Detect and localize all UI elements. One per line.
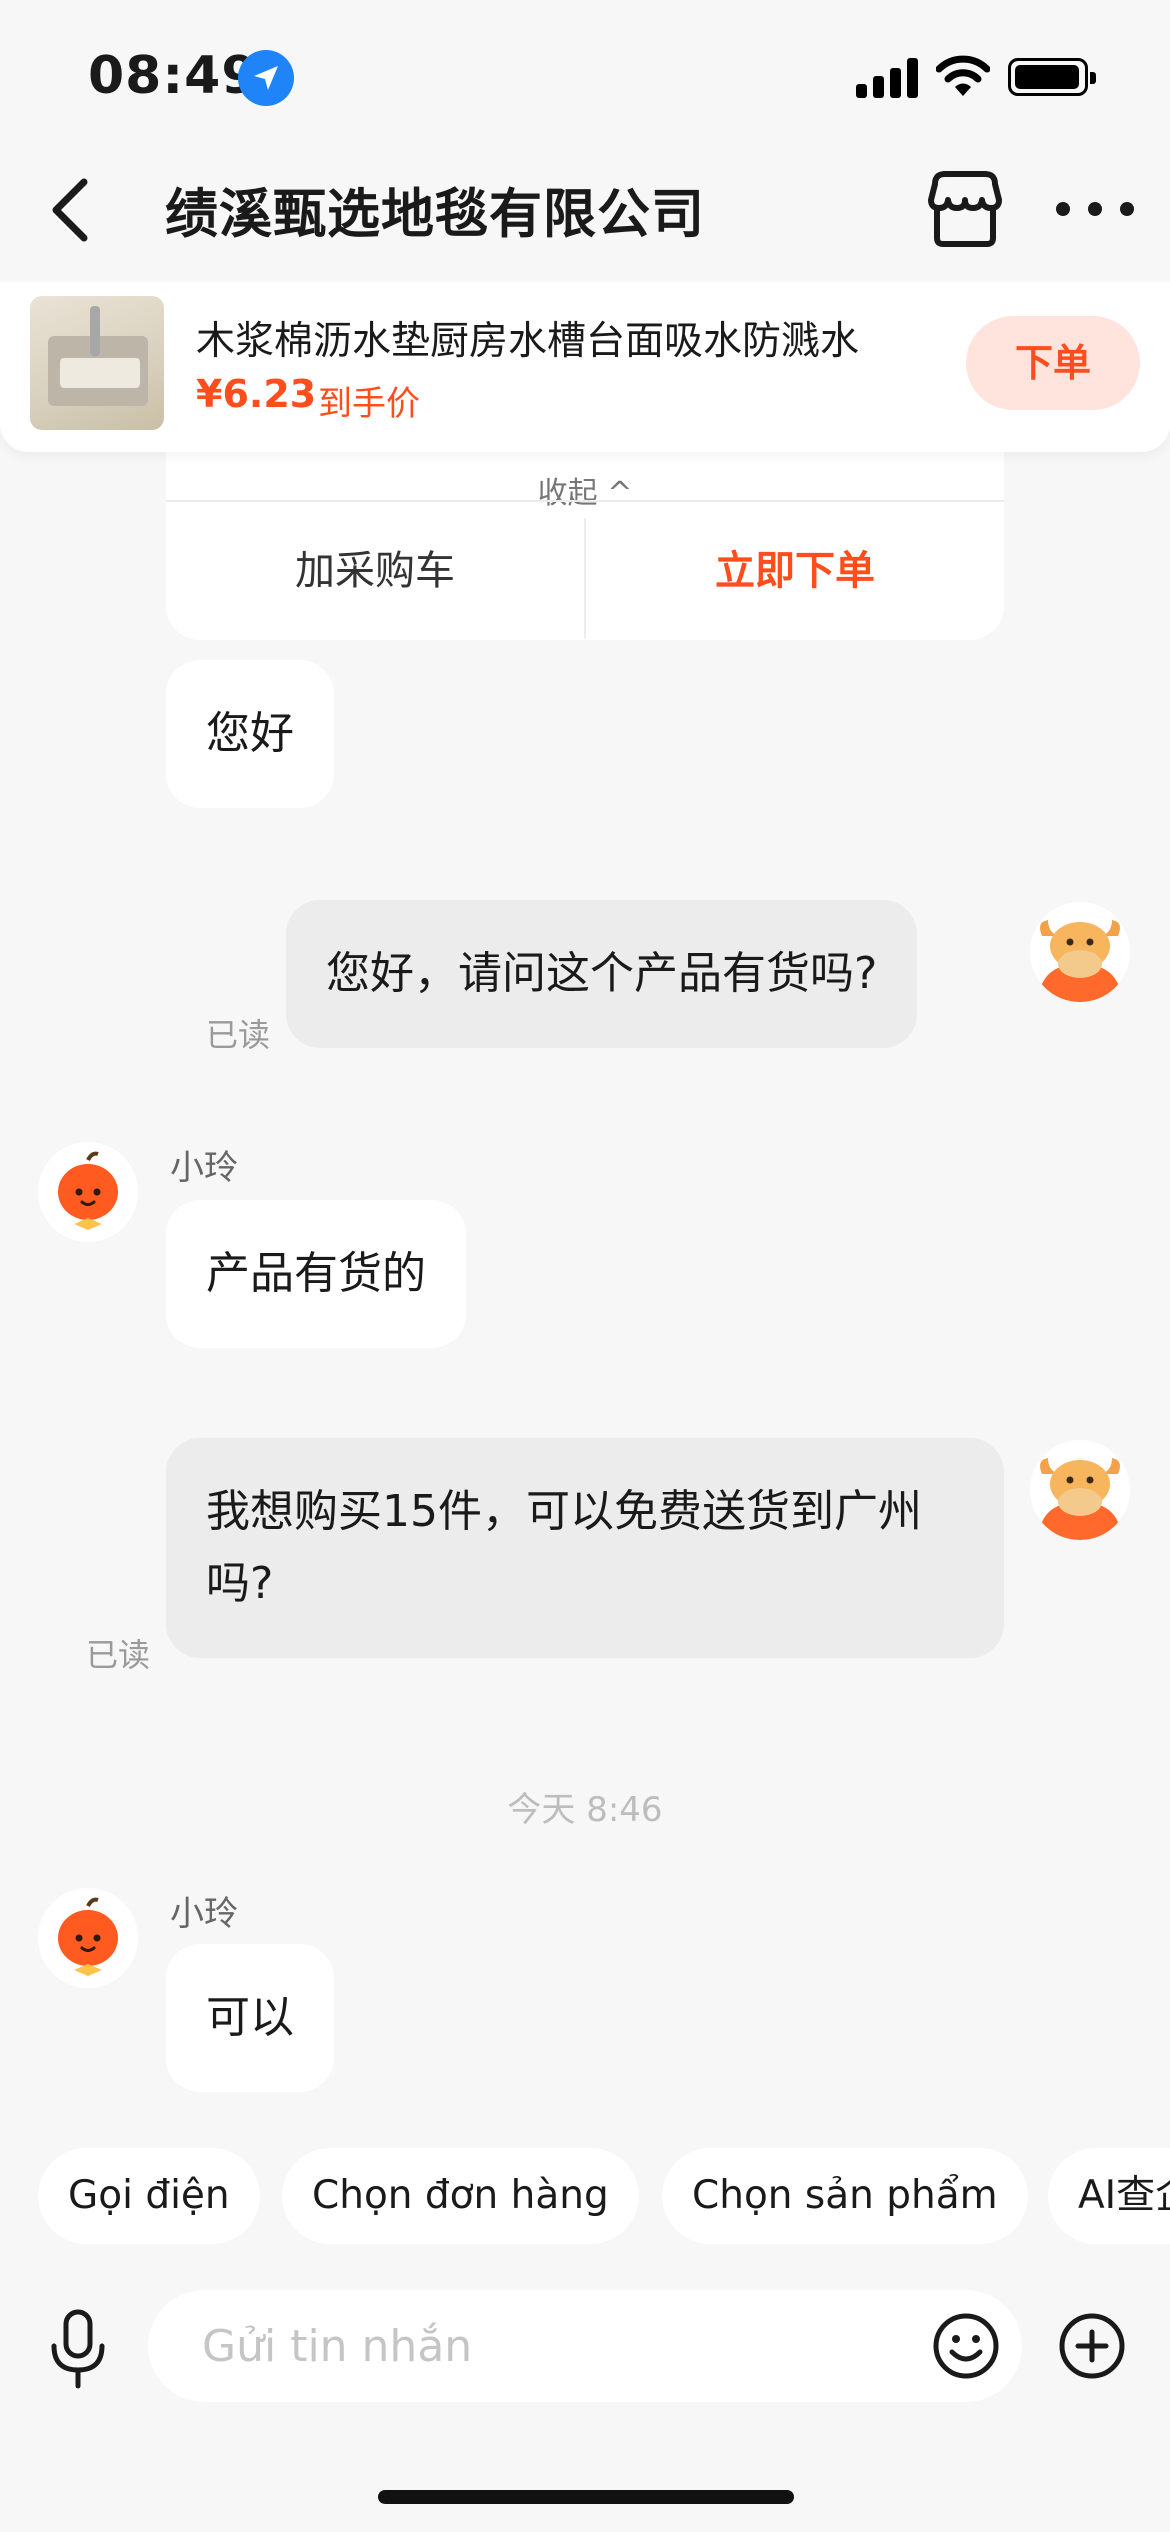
smiley-icon [933, 2313, 999, 2379]
product-name: 木浆棉沥水垫厨房水槽台面吸水防溅水 [196, 319, 860, 364]
shop-avatar[interactable] [38, 1888, 138, 1988]
more-input-button[interactable] [1058, 2312, 1126, 2380]
product-thumbnail[interactable] [30, 296, 164, 430]
buy-now-button[interactable]: 立即下单 [586, 502, 1004, 640]
more-dot-icon [1120, 202, 1134, 216]
message-bubble[interactable]: 您好，请问这个产品有货吗? [286, 900, 918, 1048]
home-indicator [378, 2490, 794, 2504]
sender-name: 小玲 [170, 1894, 238, 1934]
message-bubble[interactable]: 可以 [166, 1944, 334, 2092]
user-avatar[interactable] [1030, 902, 1130, 1002]
voice-input-button[interactable] [46, 2308, 110, 2390]
ai-company-chip[interactable]: AI查企 [1048, 2148, 1170, 2244]
wifi-icon [936, 55, 990, 96]
product-price: ¥6.23 [196, 372, 317, 416]
user-avatar[interactable] [1030, 1440, 1130, 1540]
call-chip[interactable]: Gọi điện [38, 2148, 260, 2244]
order-button[interactable]: 下单 [966, 316, 1140, 410]
location-arrow-icon [238, 50, 294, 106]
cellular-signal-icon [856, 58, 918, 98]
message-bubble[interactable]: 您好 [166, 660, 334, 808]
microphone-icon [51, 2309, 105, 2389]
message-input-container [148, 2290, 1022, 2402]
read-status: 已读 [86, 1636, 151, 1674]
add-to-cart-button[interactable]: 加采购车 [166, 502, 584, 640]
plus-circle-icon [1059, 2313, 1125, 2379]
more-dot-icon [1088, 202, 1102, 216]
emoji-button[interactable] [932, 2312, 1000, 2380]
pumpkin-avatar-icon [38, 1142, 138, 1242]
store-button[interactable] [925, 164, 1005, 254]
status-bar: 08:49 [0, 0, 1170, 150]
quick-actions-bar: Gọi điện Chọn đơn hàng Chọn sản phẩm AI查… [0, 2148, 1170, 2244]
chevron-left-icon [52, 178, 88, 242]
select-product-chip[interactable]: Chọn sản phẩm [662, 2148, 1028, 2244]
shop-avatar[interactable] [38, 1142, 138, 1242]
sender-name: 小玲 [170, 1148, 238, 1188]
message-bubble[interactable]: 产品有货的 [166, 1200, 466, 1348]
message-input[interactable] [202, 2290, 842, 2402]
read-status: 已读 [206, 1016, 271, 1054]
product-card[interactable]: 木浆棉沥水垫厨房水槽台面吸水防溅水 ¥6.23 到手价 下单 [0, 282, 1170, 452]
select-order-chip[interactable]: Chọn đơn hàng [282, 2148, 639, 2244]
back-button[interactable] [40, 170, 110, 250]
timestamp-divider: 今天 8:46 [507, 1790, 663, 1830]
more-options-button[interactable] [1050, 174, 1140, 244]
product-detail-card: 收起 ^ 加采购车 立即下单 [166, 440, 1004, 640]
more-dot-icon [1056, 202, 1070, 216]
status-time: 08:49 [88, 46, 259, 106]
bull-avatar-icon [1030, 902, 1130, 1002]
pumpkin-avatar-icon [38, 1888, 138, 1988]
store-icon [928, 171, 1002, 247]
message-bubble[interactable]: 我想购买15件，可以免费送货到广州吗? [166, 1438, 1004, 1658]
battery-icon [1008, 58, 1096, 96]
bull-avatar-icon [1030, 1440, 1130, 1540]
price-note: 到手价 [318, 384, 420, 424]
page-title: 绩溪甄选地毯有限公司 [165, 184, 705, 245]
chat-header: 绩溪甄选地毯有限公司 [0, 150, 1170, 280]
